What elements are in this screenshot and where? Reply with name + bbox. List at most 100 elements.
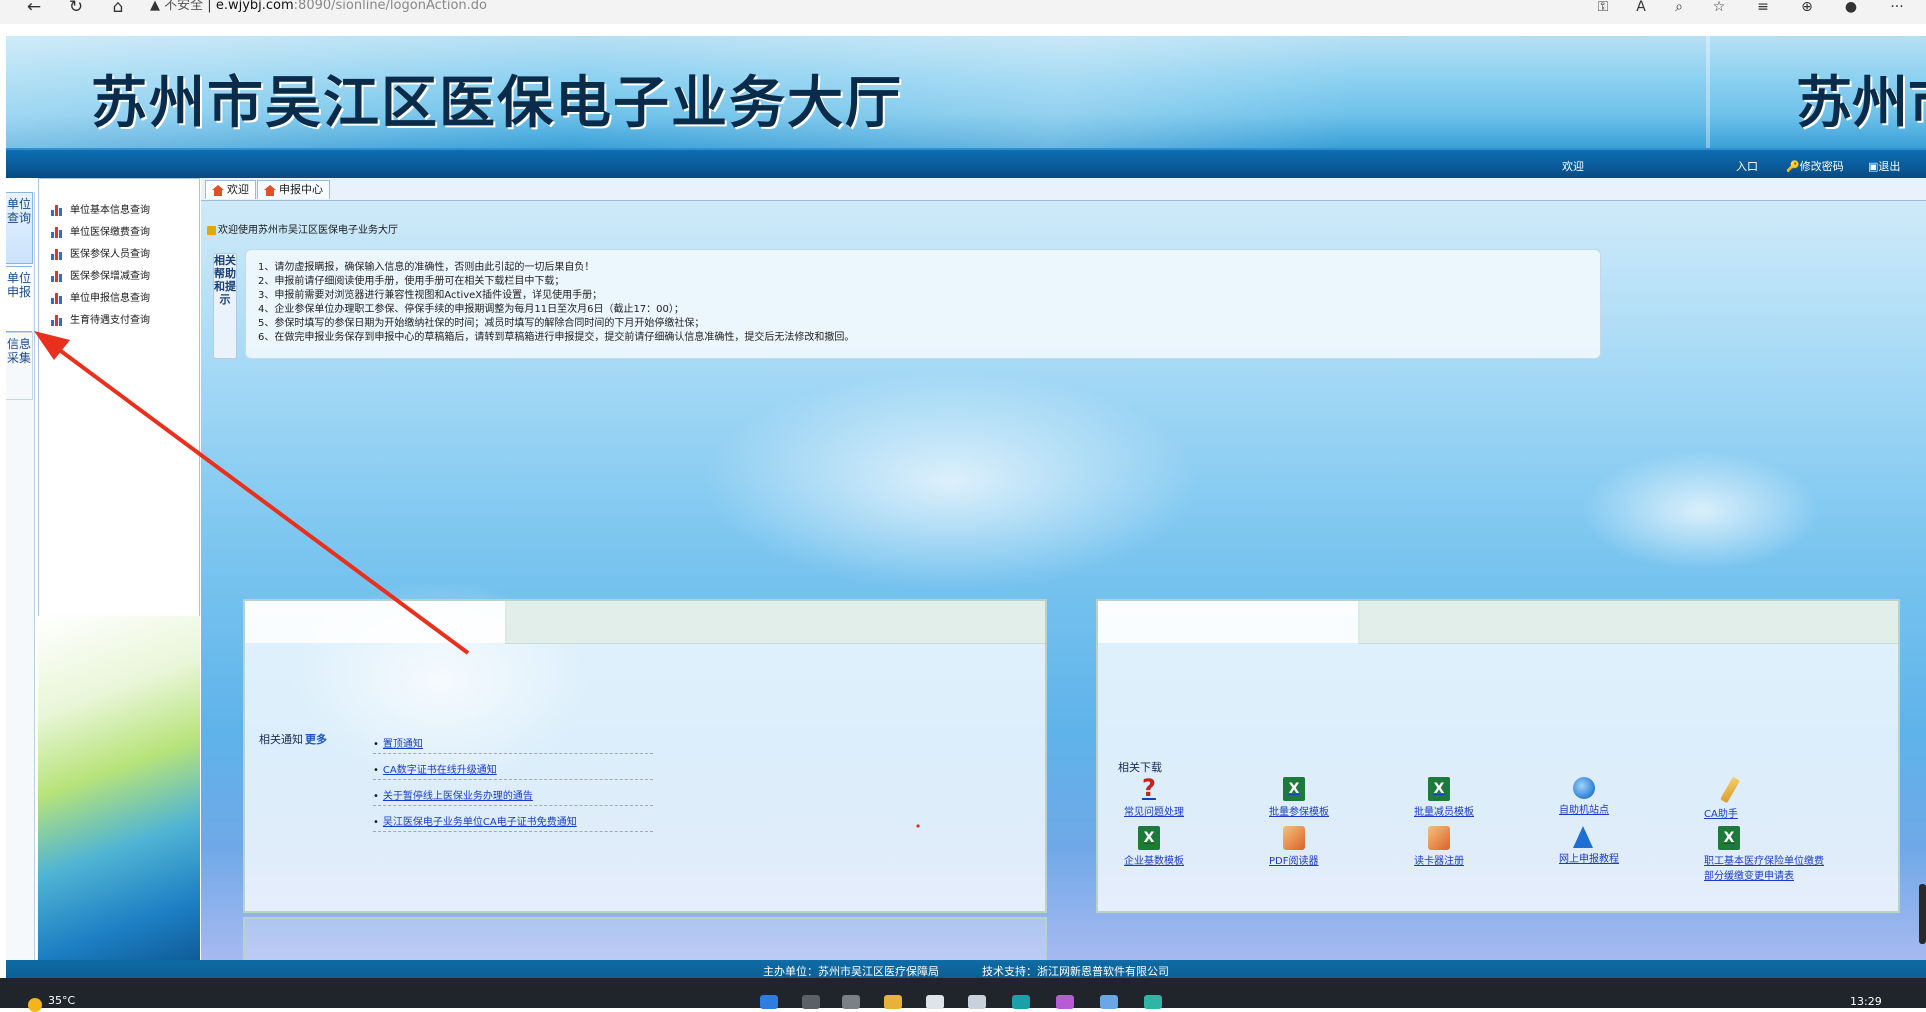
download-card-reader[interactable]: 读卡器注册 (1414, 826, 1544, 867)
weather-temp: 35°C (48, 994, 76, 1007)
excel-icon: X (1718, 826, 1740, 850)
download-faq[interactable]: ? 常见问题处理 (1124, 776, 1254, 818)
edge-icon[interactable] (1012, 995, 1030, 1009)
download-panel: 相关下载 ? 常见问题处理 X 批量参保模板 X 批量减员模板 自助机站点 CA助手 … (1096, 599, 1900, 913)
lower-panel (243, 917, 1047, 960)
folder-icon[interactable] (884, 995, 902, 1009)
menu-item[interactable]: 生育待遇支付查询 (51, 311, 150, 329)
entry-link[interactable]: 入口 (1736, 158, 1758, 174)
vtab-unit-query[interactable]: 单位查询 (6, 192, 33, 264)
zoom-icon[interactable]: ⌕ (1668, 0, 1690, 16)
banner-edge (1706, 36, 1710, 148)
banner: 苏州市吴江区医保电子业务大厅 苏州市 (6, 36, 1926, 148)
notice-panel: 相关通知 更多 • 置顶通知 • CA数字证书在线升级通知 • 关于暂停线上医保业务办理… (243, 599, 1047, 913)
bullet-icon: • (373, 791, 379, 802)
home-icon (212, 184, 224, 196)
download-batch-reduce[interactable]: X 批量减员模板 (1414, 777, 1544, 818)
app-icon[interactable] (1056, 995, 1074, 1009)
excel-icon: X (1138, 826, 1160, 850)
logout-link[interactable]: ▣退出 (1868, 158, 1900, 174)
cloud-decoration (1581, 451, 1821, 571)
collections-icon[interactable]: ⊕ (1796, 0, 1818, 16)
menu-item[interactable]: 医保参保增减查询 (51, 267, 150, 285)
bar-chart-icon (51, 292, 64, 304)
menu-item[interactable]: 单位申报信息查询 (51, 289, 150, 307)
key-icon[interactable]: ⚿ (1592, 0, 1614, 16)
taskbar (0, 978, 1926, 1008)
top-navbar: 欢迎 入口 🔑修改密码 ▣退出 (6, 148, 1926, 178)
help-line: 2、申报前请仔细阅读使用手册，使用手册可在相关下载栏目中下载； (258, 276, 565, 287)
download-pdf-reader[interactable]: PDF阅读器 (1269, 826, 1399, 867)
panel-header (505, 601, 1045, 644)
notice-label: 相关通知 更多 (259, 733, 327, 746)
tab-welcome[interactable]: 欢迎 (205, 180, 256, 199)
tab-declare-center[interactable]: 申报中心 (257, 180, 330, 199)
bar-chart-icon (51, 248, 64, 260)
favorites-list-icon[interactable]: ≡ (1752, 0, 1774, 16)
app-icon[interactable] (968, 995, 986, 1009)
notice-item[interactable]: • 吴江医保电子业务单位CA电子证书免费通知 (373, 813, 653, 832)
bar-chart-icon (51, 270, 64, 282)
download-base-template[interactable]: X 企业基数模板 (1124, 826, 1254, 867)
download-kiosk-sites[interactable]: 自助机站点 (1559, 777, 1689, 816)
panel-tab (245, 601, 507, 643)
speaker-icon (207, 225, 216, 235)
bar-chart-icon (51, 226, 64, 238)
cloud-decoration (701, 371, 1201, 591)
download-ca-helper[interactable]: CA助手 (1704, 776, 1834, 820)
address-bar[interactable]: ▲ 不安全 | e.wjybj.com:8090/sionline/logonA… (150, 0, 487, 18)
app-icon[interactable] (1100, 995, 1118, 1009)
help-line: 3、申报前需要对浏览器进行兼容性视图和ActiveX插件设置，详见使用手册； (258, 290, 603, 301)
chrome-icon[interactable] (926, 995, 944, 1009)
help-box: 1、请勿虚报瞒报，确保输入信息的准确性，否则由此引起的一切后果自负！ 2、申报前… (245, 249, 1601, 359)
download-deferral-form[interactable]: X 职工基本医疗保险单位缴费部分缓缴变更申请表 (1704, 826, 1824, 882)
notice-item[interactable]: • 关于暂停线上医保业务办理的通告 (373, 787, 653, 806)
menu-item[interactable]: 单位基本信息查询 (51, 201, 150, 219)
search-icon[interactable] (802, 995, 820, 1009)
scrollbar-thumb[interactable] (1919, 884, 1926, 944)
app-icon[interactable] (1144, 995, 1162, 1009)
refresh-icon[interactable]: ↻ (64, 0, 88, 18)
download-batch-enroll[interactable]: X 批量参保模板 (1269, 777, 1399, 818)
help-line: 6、在做完申报业务保存到申报中心的草稿箱后，请转到草稿箱进行申报提交，提交前请仔… (258, 332, 855, 343)
profile-icon[interactable]: ● (1840, 0, 1862, 16)
taskbar-clock: 13:29 (1850, 995, 1882, 1008)
more-icon[interactable]: ··· (1886, 0, 1908, 16)
site-title-repeat: 苏州市 (1796, 70, 1926, 136)
bullet-icon: • (373, 765, 379, 776)
logout-icon: ▣ (1868, 160, 1879, 173)
bullet-icon: • (373, 817, 379, 828)
security-label: 不安全 (164, 0, 204, 13)
bar-chart-icon (51, 204, 64, 216)
panel-tab (1098, 601, 1360, 643)
download-label: 相关下载 (1118, 761, 1162, 774)
key-icon: 🔑 (1786, 160, 1800, 173)
pdf-icon (1428, 826, 1450, 850)
more-link[interactable]: 更多 (305, 733, 327, 746)
url-rest: :8090/sionline/logonAction.do (293, 0, 487, 13)
read-aloud-icon[interactable]: A (1630, 0, 1652, 16)
task-view-icon[interactable] (842, 995, 860, 1009)
favorite-icon[interactable]: ☆ (1708, 0, 1730, 16)
back-icon[interactable]: ← (22, 0, 46, 18)
welcome-message: 欢迎使用苏州市吴江区医保电子业务大厅 (207, 221, 398, 236)
site-frame: 苏州市吴江区医保电子业务大厅 苏州市 欢迎 入口 🔑修改密码 ▣退出 单位查询 … (6, 36, 1926, 984)
excel-icon: X (1428, 777, 1450, 801)
menu-item[interactable]: 医保参保人员查询 (51, 245, 150, 263)
vtab-unit-declare[interactable]: 单位申报 (6, 266, 32, 332)
notice-item[interactable]: • CA数字证书在线升级通知 (373, 761, 653, 780)
pdf-icon (1283, 826, 1305, 850)
start-icon[interactable] (760, 995, 778, 1009)
url-host: e.wjybj.com (215, 0, 294, 13)
warning-icon: ▲ (150, 0, 160, 13)
notice-item[interactable]: • 置顶通知 (373, 735, 653, 754)
site-title: 苏州市吴江区医保电子业务大厅 (91, 70, 903, 136)
change-password-link[interactable]: 🔑修改密码 (1786, 158, 1844, 174)
menu-item[interactable]: 单位医保缴费查询 (51, 223, 150, 241)
help-label: 相关帮助和提示 (213, 253, 237, 359)
left-menu-decoration (38, 616, 200, 960)
vtab-info-collect[interactable]: 信息采集 (6, 332, 33, 400)
home-icon[interactable]: ⌂ (106, 0, 130, 18)
arrow-icon (1573, 826, 1593, 848)
download-tutorial[interactable]: 网上申报教程 (1559, 826, 1689, 865)
